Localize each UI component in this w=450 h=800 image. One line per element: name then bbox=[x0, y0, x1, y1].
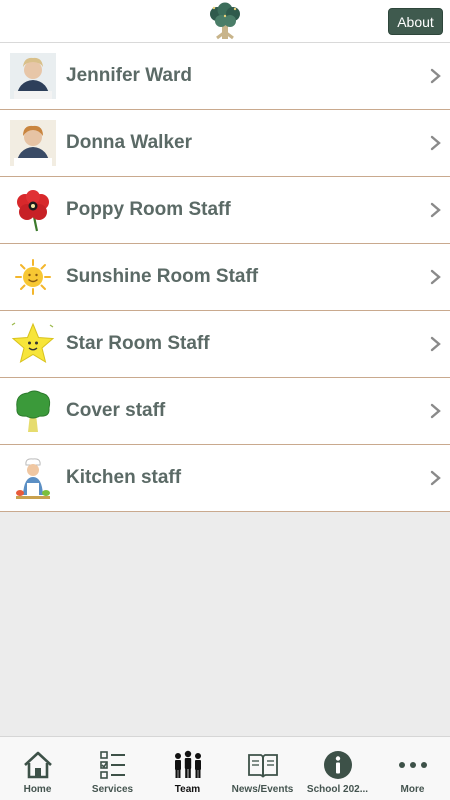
list-item-sunshine-room-staff[interactable]: Sunshine Room Staff bbox=[0, 244, 450, 311]
team-icon bbox=[172, 750, 204, 780]
row-label: Jennifer Ward bbox=[66, 65, 192, 86]
list-item-kitchen-staff[interactable]: Kitchen staff bbox=[0, 445, 450, 512]
row-label: Donna Walker bbox=[66, 132, 192, 153]
sun-icon bbox=[10, 254, 56, 300]
book-icon bbox=[247, 750, 279, 780]
list-item-cover-staff[interactable]: Cover staff bbox=[0, 378, 450, 445]
tab-label: More bbox=[400, 784, 425, 795]
about-button[interactable]: About bbox=[388, 8, 443, 35]
tab-label: News/Events bbox=[231, 784, 294, 795]
app-header: About bbox=[0, 0, 450, 43]
tab-more[interactable]: More bbox=[375, 737, 450, 800]
tab-home[interactable]: Home bbox=[0, 737, 75, 800]
bottom-tab-bar: Home Services Team News/Events School 20… bbox=[0, 736, 450, 800]
tab-label: Team bbox=[174, 784, 201, 795]
staff-list: Jennifer Ward Donna Walker Poppy Room St… bbox=[0, 43, 450, 512]
chevron-right-icon bbox=[430, 202, 442, 218]
chevron-right-icon bbox=[430, 403, 442, 419]
tab-label: Home bbox=[23, 784, 52, 795]
row-label: Sunshine Room Staff bbox=[66, 266, 259, 287]
row-label: Star Room Staff bbox=[66, 333, 210, 354]
row-label: Cover staff bbox=[66, 400, 166, 421]
chevron-right-icon bbox=[430, 269, 442, 285]
chevron-right-icon bbox=[430, 470, 442, 486]
list-item-jennifer-ward[interactable]: Jennifer Ward bbox=[0, 43, 450, 110]
jennifer-ward-photo bbox=[10, 53, 56, 99]
chevron-right-icon bbox=[430, 135, 442, 151]
tab-services[interactable]: Services bbox=[75, 737, 150, 800]
tab-label: School 202... bbox=[306, 784, 369, 795]
list-item-donna-walker[interactable]: Donna Walker bbox=[0, 110, 450, 177]
list-item-star-room-staff[interactable]: Star Room Staff bbox=[0, 311, 450, 378]
tab-school[interactable]: School 202... bbox=[300, 737, 375, 800]
row-label: Poppy Room Staff bbox=[66, 199, 231, 220]
chevron-right-icon bbox=[430, 68, 442, 84]
tab-label: Services bbox=[91, 784, 134, 795]
home-icon bbox=[22, 750, 54, 780]
row-label: Kitchen staff bbox=[66, 467, 182, 488]
tab-team[interactable]: Team bbox=[150, 737, 225, 800]
chef-icon bbox=[10, 455, 56, 501]
tab-news-events[interactable]: News/Events bbox=[225, 737, 300, 800]
chevron-right-icon bbox=[430, 336, 442, 352]
more-dots-icon bbox=[397, 750, 429, 780]
poppy-icon bbox=[10, 187, 56, 233]
donna-walker-photo bbox=[10, 120, 56, 166]
info-icon bbox=[322, 750, 354, 780]
list-item-poppy-room-staff[interactable]: Poppy Room Staff bbox=[0, 177, 450, 244]
star-icon bbox=[10, 321, 56, 367]
checklist-icon bbox=[97, 750, 129, 780]
tree-icon bbox=[10, 388, 56, 434]
tree-logo-icon bbox=[205, 2, 245, 40]
